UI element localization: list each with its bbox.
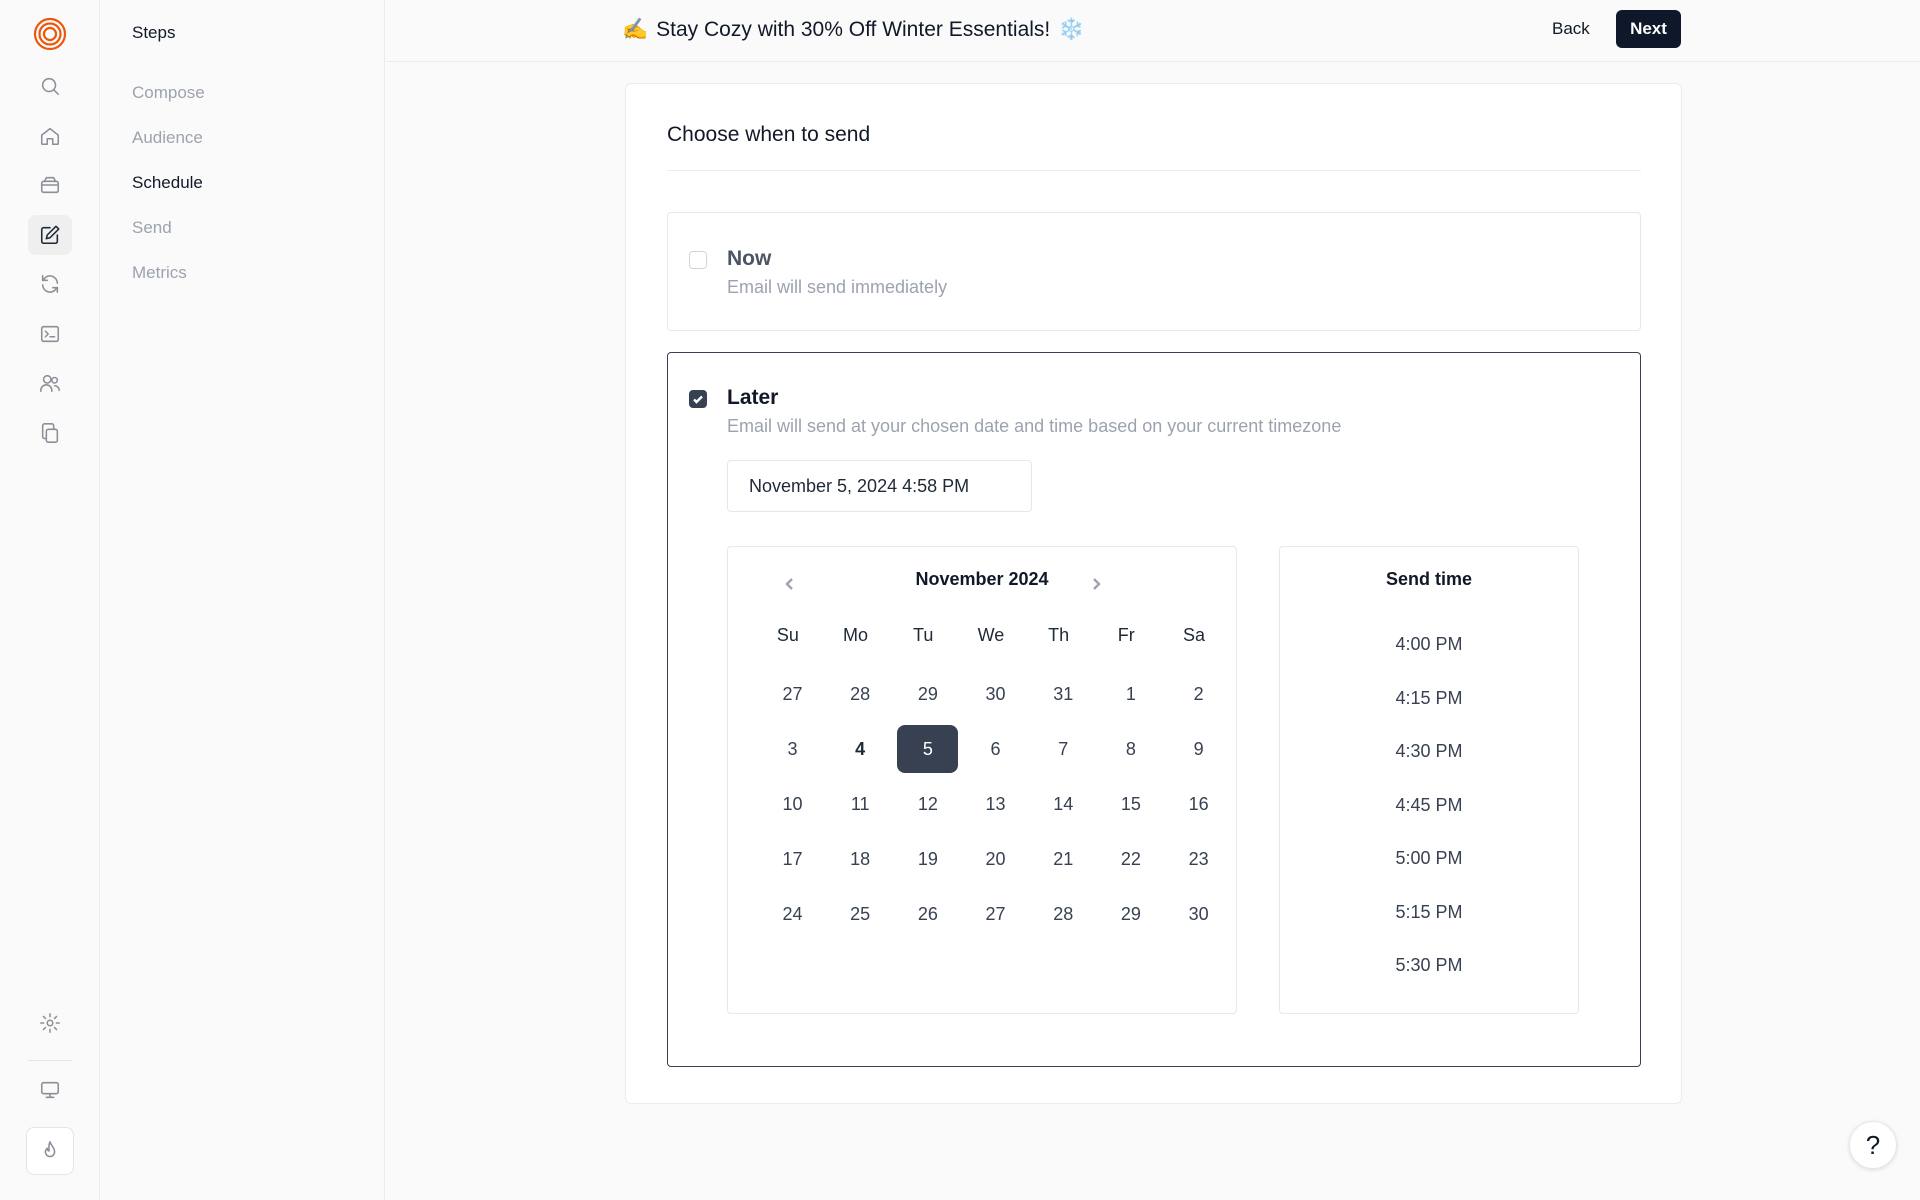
step-compose[interactable]: Compose — [132, 83, 205, 103]
schedule-heading: Choose when to send — [667, 123, 871, 146]
send-time-slot[interactable]: 5:15 PM — [1280, 902, 1578, 923]
send-time-slot[interactable]: 4:00 PM — [1280, 634, 1578, 655]
icon-rail — [0, 0, 100, 1200]
calendar-day[interactable]: 10 — [762, 780, 823, 828]
calendar-day[interactable]: 16 — [1168, 780, 1229, 828]
calendar-day[interactable]: 25 — [830, 890, 891, 938]
subject-text: Stay Cozy with 30% Off Winter Essentials… — [656, 18, 1051, 41]
logo-icon[interactable] — [33, 17, 67, 51]
calendar-day[interactable]: 18 — [830, 835, 891, 883]
top-bar: ✍️ Stay Cozy with 30% Off Winter Essenti… — [386, 0, 1920, 62]
steps-sidebar: Steps Compose Audience Schedule Send Met… — [101, 0, 385, 1200]
calendar-day[interactable]: 15 — [1100, 780, 1161, 828]
weekday-label: We — [977, 625, 1005, 645]
weekday-label: Mo — [843, 625, 869, 645]
send-time-slot[interactable]: 4:30 PM — [1280, 741, 1578, 762]
calendar-day[interactable]: 21 — [1033, 835, 1094, 883]
next-button[interactable]: Next — [1616, 10, 1681, 48]
calendar-day[interactable]: 22 — [1100, 835, 1161, 883]
now-checkbox[interactable] — [689, 251, 707, 269]
calendar-day[interactable]: 29 — [1100, 890, 1161, 938]
calendar-day[interactable]: 24 — [762, 890, 823, 938]
calendar-day[interactable]: 23 — [1168, 835, 1229, 883]
weekday-label: Su — [776, 625, 799, 645]
step-schedule[interactable]: Schedule — [132, 173, 203, 193]
inbox-icon[interactable] — [28, 165, 72, 205]
calendar-day[interactable]: 12 — [897, 780, 958, 828]
step-audience[interactable]: Audience — [132, 128, 203, 148]
calendar-day[interactable]: 31 — [1033, 670, 1094, 718]
settings-icon[interactable] — [28, 1003, 72, 1043]
send-time-title: Send time — [1385, 569, 1473, 589]
back-button[interactable]: Back — [1540, 11, 1602, 47]
option-now[interactable]: Now Email will send immediately — [667, 212, 1641, 331]
users-icon[interactable] — [28, 363, 72, 403]
calendar-day[interactable]: 26 — [897, 890, 958, 938]
check-icon — [693, 395, 703, 404]
flame-icon[interactable] — [26, 1127, 74, 1175]
steps-title: Steps — [132, 23, 176, 42]
weekday-label: Sa — [1182, 625, 1205, 645]
calendar-day[interactable]: 7 — [1033, 725, 1094, 773]
calendar-month-label: November 2024 — [915, 569, 1049, 589]
calendar-day[interactable]: 4 — [830, 725, 891, 773]
weekday-label: Tu — [913, 625, 934, 645]
calendar-day[interactable]: 13 — [965, 780, 1026, 828]
weekday-header: Su Mo Tu We Th Fr Sa — [754, 625, 1228, 646]
calendar-day[interactable]: 28 — [1033, 890, 1094, 938]
calendar-day[interactable]: 27 — [965, 890, 1026, 938]
calendar-day[interactable]: 6 — [965, 725, 1026, 773]
send-time-slot[interactable]: 5:00 PM — [1280, 848, 1578, 869]
send-time-slot[interactable]: 4:15 PM — [1280, 688, 1578, 709]
now-description: Email will send immediately — [727, 277, 948, 297]
snowflake-icon: ❄️ — [1058, 18, 1085, 41]
calendar-day[interactable]: 9 — [1168, 725, 1229, 773]
calendar-day[interactable]: 28 — [830, 670, 891, 718]
later-checkbox[interactable] — [689, 390, 707, 408]
weekday-label: Fr — [1117, 625, 1135, 645]
calendar-grid: 27 28 29 30 31 1 2 3 4 5 6 7 8 9 10 11 12 13 14 15 16 17 18 19 2… — [762, 670, 1229, 945]
calendar: November 2024 Su Mo Tu We Th Fr Sa 27 28 29 30 31 1… — [727, 546, 1237, 1014]
email-subject: ✍️ Stay Cozy with 30% Off Winter Essenti… — [622, 18, 1084, 42]
calendar-day[interactable]: 5 — [897, 725, 959, 773]
option-later[interactable]: Later Email will send at your chosen dat… — [667, 352, 1641, 1067]
refresh-icon[interactable] — [28, 264, 72, 304]
calendar-day[interactable]: 17 — [762, 835, 823, 883]
send-time-slot[interactable]: 5:30 PM — [1280, 955, 1578, 976]
writing-hand-icon: ✍️ — [622, 18, 649, 41]
weekday-label: Th — [1048, 625, 1070, 645]
send-time-slot[interactable]: 4:45 PM — [1280, 795, 1578, 816]
calendar-day[interactable]: 29 — [897, 670, 958, 718]
now-title: Now — [727, 247, 772, 270]
datetime-input[interactable]: November 5, 2024 4:58 PM — [727, 460, 1032, 512]
search-icon[interactable] — [28, 66, 72, 106]
calendar-day[interactable]: 30 — [1168, 890, 1229, 938]
calendar-day[interactable]: 3 — [762, 725, 823, 773]
later-title: Later — [727, 386, 779, 409]
calendar-day[interactable]: 27 — [762, 670, 823, 718]
edit-icon[interactable] — [28, 215, 72, 255]
monitor-icon[interactable] — [28, 1070, 72, 1110]
calendar-day[interactable]: 1 — [1100, 670, 1161, 718]
calendar-day[interactable]: 11 — [830, 780, 891, 828]
home-icon[interactable] — [28, 116, 72, 156]
divider — [667, 170, 1641, 171]
calendar-day[interactable]: 8 — [1100, 725, 1161, 773]
later-description: Email will send at your chosen date and … — [727, 416, 1342, 436]
calendar-day[interactable]: 14 — [1033, 780, 1094, 828]
calendar-day[interactable]: 20 — [965, 835, 1026, 883]
send-time-list: Send time 4:00 PM 4:15 PM 4:30 PM 4:45 PM 5:… — [1279, 546, 1579, 1014]
copy-icon[interactable] — [28, 413, 72, 453]
step-send[interactable]: Send — [132, 218, 172, 238]
step-metrics[interactable]: Metrics — [132, 263, 187, 283]
schedule-card: Choose when to send Now Email will send … — [625, 83, 1682, 1104]
terminal-icon[interactable] — [28, 314, 72, 354]
chevron-right-icon — [1093, 578, 1101, 590]
calendar-day[interactable]: 19 — [897, 835, 958, 883]
next-month-button[interactable] — [1084, 572, 1108, 596]
calendar-day[interactable]: 30 — [965, 670, 1026, 718]
calendar-day[interactable]: 2 — [1168, 670, 1229, 718]
help-button[interactable]: ? — [1849, 1121, 1897, 1169]
